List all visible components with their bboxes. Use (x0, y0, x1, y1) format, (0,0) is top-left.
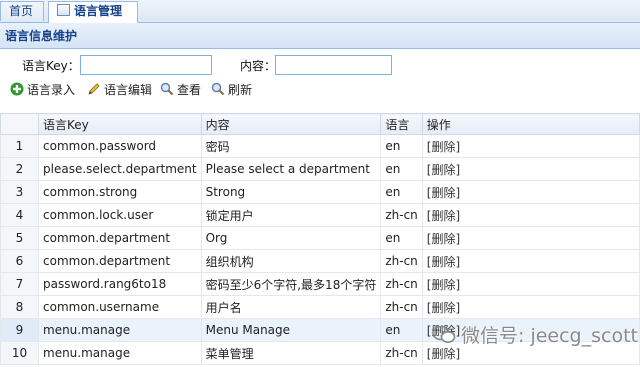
header-language-key[interactable]: 语言Key (38, 113, 202, 135)
header-operations: 操作 (421, 113, 640, 135)
pencil-icon (88, 83, 100, 95)
cell-key: common.strong (38, 180, 202, 204)
row-number: 2 (0, 157, 39, 181)
cell-content: Please select a department (200, 157, 382, 181)
edit-language-label: 语言编辑 (104, 83, 153, 97)
row-number: 10 (0, 341, 39, 365)
header-row-number (0, 113, 39, 135)
table-row[interactable]: 5 common.department Org en [删除] (0, 226, 640, 250)
tab-home-label: 首页 (9, 4, 34, 18)
header-content[interactable]: 内容 (200, 113, 382, 135)
cell-operations: [删除] (421, 180, 640, 204)
cell-language: zh-cn (380, 341, 423, 365)
search-key-label: 语言Key： (22, 59, 80, 73)
cell-content: 锁定用户 (200, 203, 382, 227)
view-label: 查看 (177, 83, 202, 97)
search-key-input[interactable] (80, 55, 212, 75)
table-row[interactable]: 6 common.department 组织机构 zh-cn [删除] (0, 249, 640, 273)
cell-operations: [删除] (421, 272, 640, 296)
cell-key: menu.manage (38, 341, 202, 365)
delete-link[interactable]: [删除] (427, 140, 460, 154)
cell-language: zh-cn (380, 295, 423, 319)
cell-content: Strong (200, 180, 382, 204)
cell-language: en (380, 134, 423, 158)
table-row[interactable]: 3 common.strong Strong en [删除] (0, 180, 640, 204)
magnifier-icon (160, 82, 174, 96)
tab-home[interactable]: 首页 (0, 1, 44, 21)
cell-content: 组织机构 (200, 249, 382, 273)
watermark-text: 微信号: jeecg_scott (461, 325, 638, 347)
cell-language: zh-cn (380, 272, 423, 296)
search-content-label: 内容： (240, 59, 277, 73)
table-row[interactable]: 2 please.select.department Please select a… (0, 157, 640, 181)
row-number: 3 (0, 180, 39, 204)
row-number: 6 (0, 249, 39, 273)
table-row[interactable]: 8 common.username 用户名 zh-cn [删除] (0, 295, 640, 319)
cell-content: Org (200, 226, 382, 250)
tab-language-management-label: 语言管理 (74, 4, 123, 18)
cell-key: common.lock.user (38, 203, 202, 227)
tab-bar: 首页 语言管理× (0, 0, 640, 36)
cell-operations: [删除] (421, 157, 640, 181)
add-language-button[interactable]: 语言录入 (10, 81, 75, 99)
header-language[interactable]: 语言 (380, 113, 423, 135)
cell-key: common.password (38, 134, 202, 158)
cell-language: en (380, 157, 423, 181)
delete-link[interactable]: [删除] (427, 278, 460, 292)
cell-operations: [删除] (421, 295, 640, 319)
add-language-label: 语言录入 (27, 83, 76, 97)
cell-operations: [删除] (421, 203, 640, 227)
cell-key: common.username (38, 295, 202, 319)
wechat-icon (432, 325, 456, 343)
view-button[interactable]: 查看 (160, 81, 201, 99)
cell-key: menu.manage (38, 318, 202, 342)
cell-language: en (380, 180, 423, 204)
edit-language-button[interactable]: 语言编辑 (87, 81, 152, 99)
search-content-input[interactable] (275, 55, 392, 75)
delete-link[interactable]: [删除] (427, 255, 460, 269)
row-number: 1 (0, 134, 39, 158)
wechat-watermark: 微信号: jeecg_scott (432, 321, 638, 348)
cell-operations: [删除] (421, 249, 640, 273)
cell-language: zh-cn (380, 249, 423, 273)
table-row[interactable]: 7 password.rang6to18 密码至少6个字符,最多18个字符 zh-cn… (0, 272, 640, 296)
panel-title: 语言信息维护 (0, 23, 640, 49)
delete-link[interactable]: [删除] (427, 347, 460, 361)
delete-link[interactable]: [删除] (427, 232, 460, 246)
row-number: 4 (0, 203, 39, 227)
table-row[interactable]: 1 common.password 密码 en [删除] (0, 134, 640, 158)
cell-language: en (380, 226, 423, 250)
delete-link[interactable]: [删除] (427, 186, 460, 200)
cell-content: 密码 (200, 134, 382, 158)
row-number: 5 (0, 226, 39, 250)
magnifier-icon (211, 82, 225, 96)
row-number: 7 (0, 272, 39, 296)
tab-language-management[interactable]: 语言管理× (48, 1, 138, 36)
cell-key: password.rang6to18 (38, 272, 202, 296)
cell-language: zh-cn (380, 203, 423, 227)
grid-header-row: 语言Key 内容 语言 操作 (0, 113, 640, 135)
cell-content: 用户名 (200, 295, 382, 319)
cell-operations: [删除] (421, 226, 640, 250)
row-number: 9 (0, 318, 39, 342)
delete-link[interactable]: [删除] (427, 301, 460, 315)
table-row[interactable]: 4 common.lock.user 锁定用户 zh-cn [删除] (0, 203, 640, 227)
delete-link[interactable]: [删除] (427, 209, 460, 223)
cell-operations: [删除] (421, 134, 640, 158)
cell-content: 密码至少6个字符,最多18个字符 (200, 272, 382, 296)
document-icon (57, 4, 70, 16)
plus-circle-icon (10, 82, 24, 96)
cell-content: Menu Manage (200, 318, 382, 342)
cell-key: common.department (38, 249, 202, 273)
delete-link[interactable]: [删除] (427, 163, 460, 177)
cell-content: 菜单管理 (200, 341, 382, 365)
row-number: 8 (0, 295, 39, 319)
refresh-label: 刷新 (228, 83, 253, 97)
cell-key: common.department (38, 226, 202, 250)
refresh-button[interactable]: 刷新 (211, 81, 252, 99)
cell-key: please.select.department (38, 157, 202, 181)
cell-language: en (380, 318, 423, 342)
